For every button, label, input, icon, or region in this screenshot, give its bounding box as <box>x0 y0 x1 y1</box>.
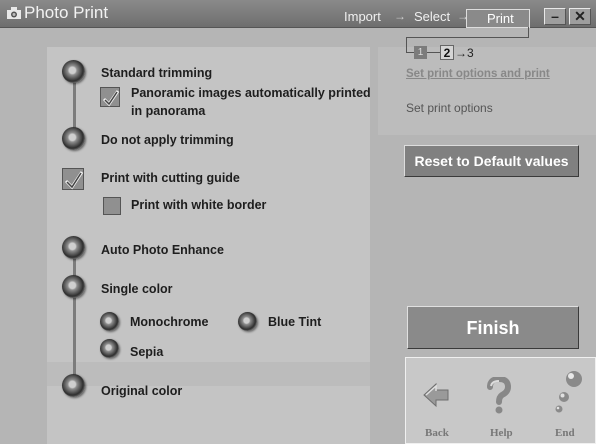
panoramic-label-line2: in panorama <box>131 104 206 118</box>
step-import[interactable]: Import <box>344 9 381 24</box>
single-color-label: Single color <box>101 282 173 296</box>
original-color-radio[interactable] <box>62 374 85 397</box>
close-button[interactable]: ✕ <box>569 8 591 25</box>
auto-enhance-label: Auto Photo Enhance <box>101 243 224 257</box>
step-hint-text: Set print options <box>406 101 493 115</box>
step-arrow-icon: → <box>394 9 406 23</box>
back-arrow-icon <box>423 382 449 408</box>
end-icon <box>555 371 582 413</box>
standard-trimming-radio[interactable] <box>62 60 85 83</box>
breadcrumb-connector <box>528 27 529 37</box>
back-button[interactable]: Back <box>420 382 450 439</box>
no-trimming-label: Do not apply trimming <box>101 133 234 147</box>
cutting-guide-label: Print with cutting guide <box>101 171 240 185</box>
end-button[interactable]: End <box>550 370 590 439</box>
breadcrumb-connector <box>406 52 414 53</box>
white-border-checkbox[interactable] <box>103 197 121 215</box>
breadcrumb-connector <box>406 38 407 53</box>
single-color-radio[interactable] <box>62 275 85 298</box>
help-icon <box>487 377 512 414</box>
checkmark-icon <box>64 171 84 190</box>
breadcrumb-connector <box>427 52 440 53</box>
step-select[interactable]: Select <box>414 9 450 24</box>
no-trimming-radio[interactable] <box>62 127 85 150</box>
app-title: Photo Print <box>24 3 109 22</box>
checkmark-icon <box>102 90 120 107</box>
help-label: Help <box>490 427 513 439</box>
end-label: End <box>555 427 575 439</box>
white-border-label: Print with white border <box>131 198 267 212</box>
auto-enhance-radio[interactable] <box>62 236 85 259</box>
panoramic-checkbox[interactable] <box>100 87 120 107</box>
step-print[interactable]: Print <box>466 9 530 28</box>
breadcrumb-step2: 2 <box>440 45 454 60</box>
help-button[interactable]: Help <box>480 377 520 439</box>
blue-tint-label: Blue Tint <box>268 315 322 329</box>
camera-icon <box>7 7 21 19</box>
standard-trimming-label: Standard trimming <box>101 66 213 80</box>
breadcrumb-connector <box>406 37 529 38</box>
panoramic-label-line1: Panoramic images automatically printed <box>131 86 371 100</box>
breadcrumb-step1: 1 <box>414 46 427 59</box>
back-label: Back <box>425 427 449 439</box>
reset-defaults-button[interactable]: Reset to Default values <box>404 145 579 177</box>
sepia-label: Sepia <box>130 345 164 359</box>
sepia-radio[interactable] <box>100 339 119 358</box>
finish-button[interactable]: Finish <box>407 306 579 349</box>
monochrome-label: Monochrome <box>130 315 209 329</box>
monochrome-radio[interactable] <box>100 312 119 331</box>
step-title-link[interactable]: Set print options and print <box>406 68 550 80</box>
minimize-button[interactable]: – <box>544 8 566 25</box>
option-rail <box>73 78 76 130</box>
title-bar: Photo Print Import → Select → Print – ✕ <box>0 0 596 28</box>
step-print-label: Print <box>487 11 514 26</box>
original-color-label: Original color <box>101 384 183 398</box>
cutting-guide-checkbox[interactable] <box>62 168 84 190</box>
step-header-panel <box>378 47 596 135</box>
options-panel-strip <box>47 362 370 386</box>
blue-tint-radio[interactable] <box>238 312 257 331</box>
breadcrumb-step3: →3 <box>455 46 474 60</box>
